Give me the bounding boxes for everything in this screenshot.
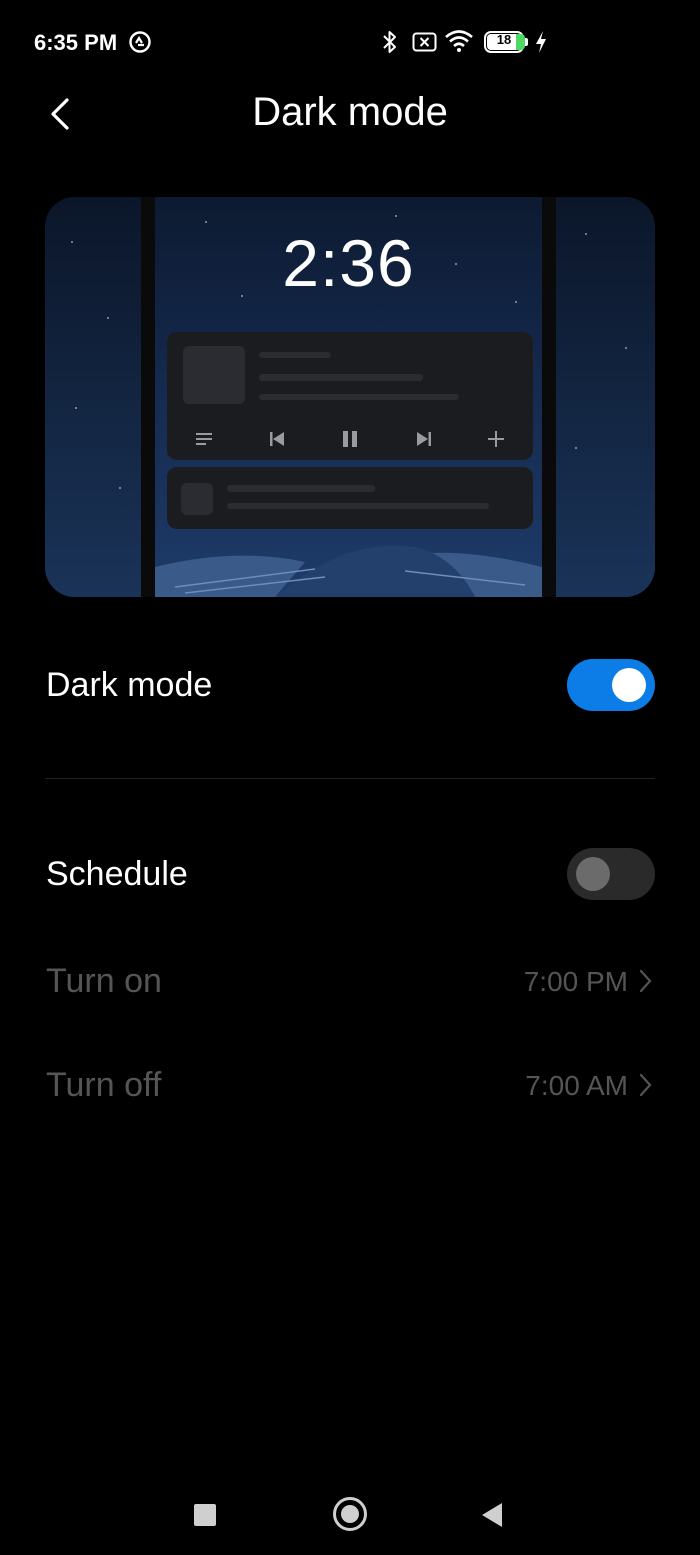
status-bar: 6:35 PM 18: [0, 0, 700, 84]
charging-icon: [534, 30, 548, 59]
bluetooth-icon: [380, 29, 400, 60]
nav-back-button[interactable]: [482, 1503, 502, 1527]
home-icon: [341, 1505, 359, 1523]
preview-side-right: [555, 197, 655, 597]
wifi-icon: [444, 29, 474, 58]
next-icon: [409, 424, 439, 454]
schedule-toggle[interactable]: [567, 848, 655, 900]
preview-clock: 2:36: [282, 226, 415, 300]
no-sim-icon: [412, 32, 438, 57]
dark-mode-settings-screen: 6:35 PM 18 Dark mode 2:36 Dark mode Sche…: [0, 0, 700, 1555]
preview-landscape: [155, 545, 542, 597]
turn-on-time: 7:00 PM: [523, 966, 628, 997]
chevron-right-icon: [639, 969, 652, 993]
preview-notification-icon: [181, 483, 213, 515]
home-button[interactable]: [333, 1497, 367, 1531]
preview-phone-frame: [141, 197, 155, 597]
sync-icon: [128, 30, 152, 59]
turn-off-label: Turn off: [46, 1066, 162, 1104]
toggle-knob: [612, 668, 646, 702]
preview-album-art: [183, 346, 245, 404]
recents-button[interactable]: [194, 1504, 216, 1526]
page-title: Dark mode: [252, 90, 448, 134]
preview-side-left: [45, 197, 145, 597]
pause-icon: [335, 424, 365, 454]
divider: [45, 778, 655, 779]
battery-level-text: 18: [496, 32, 512, 47]
toggle-knob: [576, 857, 610, 891]
previous-icon: [262, 424, 292, 454]
preview-media-controls: [167, 424, 533, 454]
dark-mode-toggle[interactable]: [567, 659, 655, 711]
dark-mode-preview: 2:36: [45, 197, 655, 597]
turn-off-time: 7:00 AM: [525, 1070, 628, 1101]
add-icon: [481, 424, 511, 454]
schedule-label: Schedule: [46, 855, 188, 893]
status-time: 6:35 PM: [34, 30, 118, 55]
dark-mode-label: Dark mode: [46, 666, 213, 704]
turn-on-label: Turn on: [46, 962, 162, 1000]
playlist-icon: [189, 424, 219, 454]
preview-media-notification: [167, 332, 533, 460]
preview-phone-frame: [542, 197, 556, 597]
battery-icon: 18: [484, 31, 528, 53]
preview-notification: [167, 467, 533, 529]
chevron-right-icon: [639, 1073, 652, 1097]
